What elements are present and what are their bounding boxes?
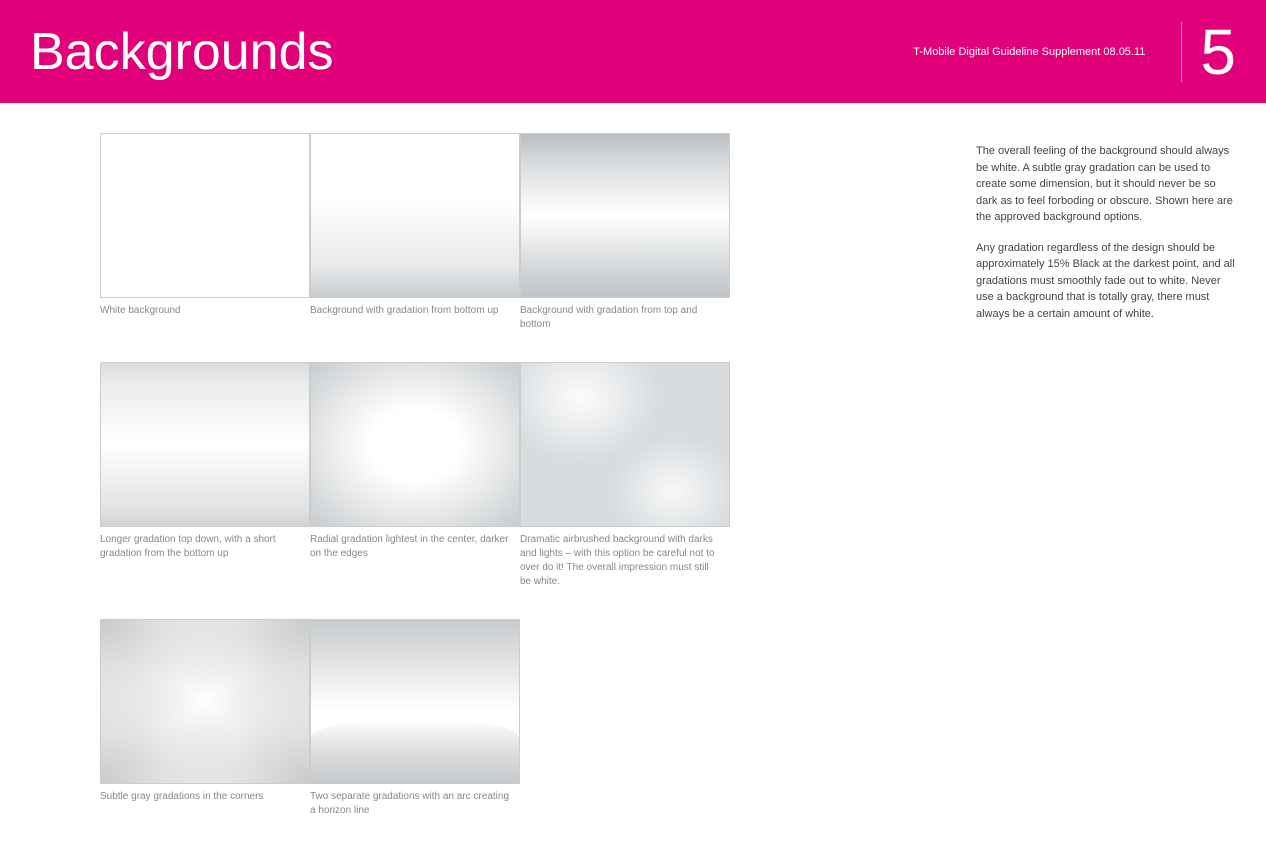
bg-caption-horizon: Two separate gradations with an arc crea… bbox=[310, 790, 510, 818]
list-item: White background bbox=[100, 133, 300, 332]
bg-preview-corners bbox=[100, 619, 310, 784]
bg-caption-corners: Subtle gray gradations in the corners bbox=[100, 790, 300, 804]
bg-preview-bottom-up bbox=[310, 133, 520, 298]
bg-preview-horizon bbox=[310, 619, 520, 784]
list-item: Two separate gradations with an arc crea… bbox=[310, 619, 510, 818]
header-right: T-Mobile Digital Guideline Supplement 08… bbox=[913, 20, 1236, 84]
list-item: Longer gradation top down, with a short … bbox=[100, 362, 300, 589]
bg-preview-top-down-short bbox=[100, 362, 310, 527]
list-item: Background with gradation from bottom up bbox=[310, 133, 510, 332]
main-content: White background Background with gradati… bbox=[0, 103, 1266, 868]
grid-empty-cell bbox=[520, 619, 720, 818]
page-number: 5 bbox=[1200, 20, 1236, 84]
list-item: Subtle gray gradations in the corners bbox=[100, 619, 300, 818]
backgrounds-grid: White background Background with gradati… bbox=[100, 133, 956, 848]
description-para1: The overall feeling of the background sh… bbox=[976, 143, 1236, 226]
description-para2: Any gradation regardless of the design s… bbox=[976, 240, 1236, 323]
bg-preview-top-bottom bbox=[520, 133, 730, 298]
bg-preview-white bbox=[100, 133, 310, 298]
header-divider bbox=[1181, 22, 1182, 82]
bg-caption-white: White background bbox=[100, 304, 300, 318]
list-item: Dramatic airbrushed background with dark… bbox=[520, 362, 720, 589]
bg-preview-radial bbox=[310, 362, 520, 527]
page-title: Backgrounds bbox=[30, 22, 334, 82]
bg-preview-airbrushed bbox=[520, 362, 730, 527]
bg-caption-bottom-up: Background with gradation from bottom up bbox=[310, 304, 510, 318]
page-header: Backgrounds T-Mobile Digital Guideline S… bbox=[0, 0, 1266, 103]
bg-caption-airbrushed: Dramatic airbrushed background with dark… bbox=[520, 533, 720, 589]
bg-caption-top-bottom: Background with gradation from top and b… bbox=[520, 304, 720, 332]
bg-caption-radial: Radial gradation lightest in the center,… bbox=[310, 533, 510, 561]
description-panel: The overall feeling of the background sh… bbox=[976, 133, 1236, 848]
list-item: Radial gradation lightest in the center,… bbox=[310, 362, 510, 589]
list-item: Background with gradation from top and b… bbox=[520, 133, 720, 332]
bg-caption-top-down-short: Longer gradation top down, with a short … bbox=[100, 533, 300, 561]
header-subtitle: T-Mobile Digital Guideline Supplement 08… bbox=[913, 46, 1163, 58]
